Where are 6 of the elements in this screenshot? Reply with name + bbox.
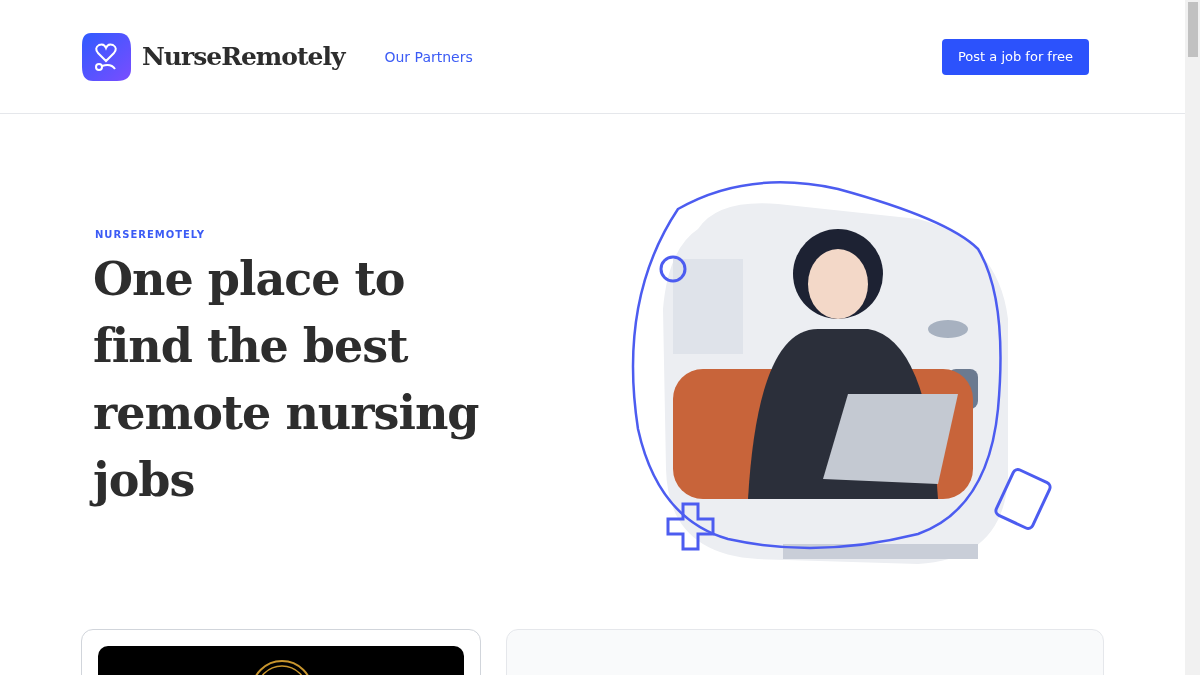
eyebrow-label: NURSEREMOTELY [95, 229, 205, 240]
scrollbar[interactable] [1185, 0, 1200, 675]
nav-link[interactable]: Our Partners [384, 48, 473, 65]
post-job-button[interactable]: Post a job for free [941, 38, 1089, 75]
brand-name[interactable]: NurseRemotely [142, 42, 345, 71]
logo-icon[interactable] [81, 31, 132, 82]
